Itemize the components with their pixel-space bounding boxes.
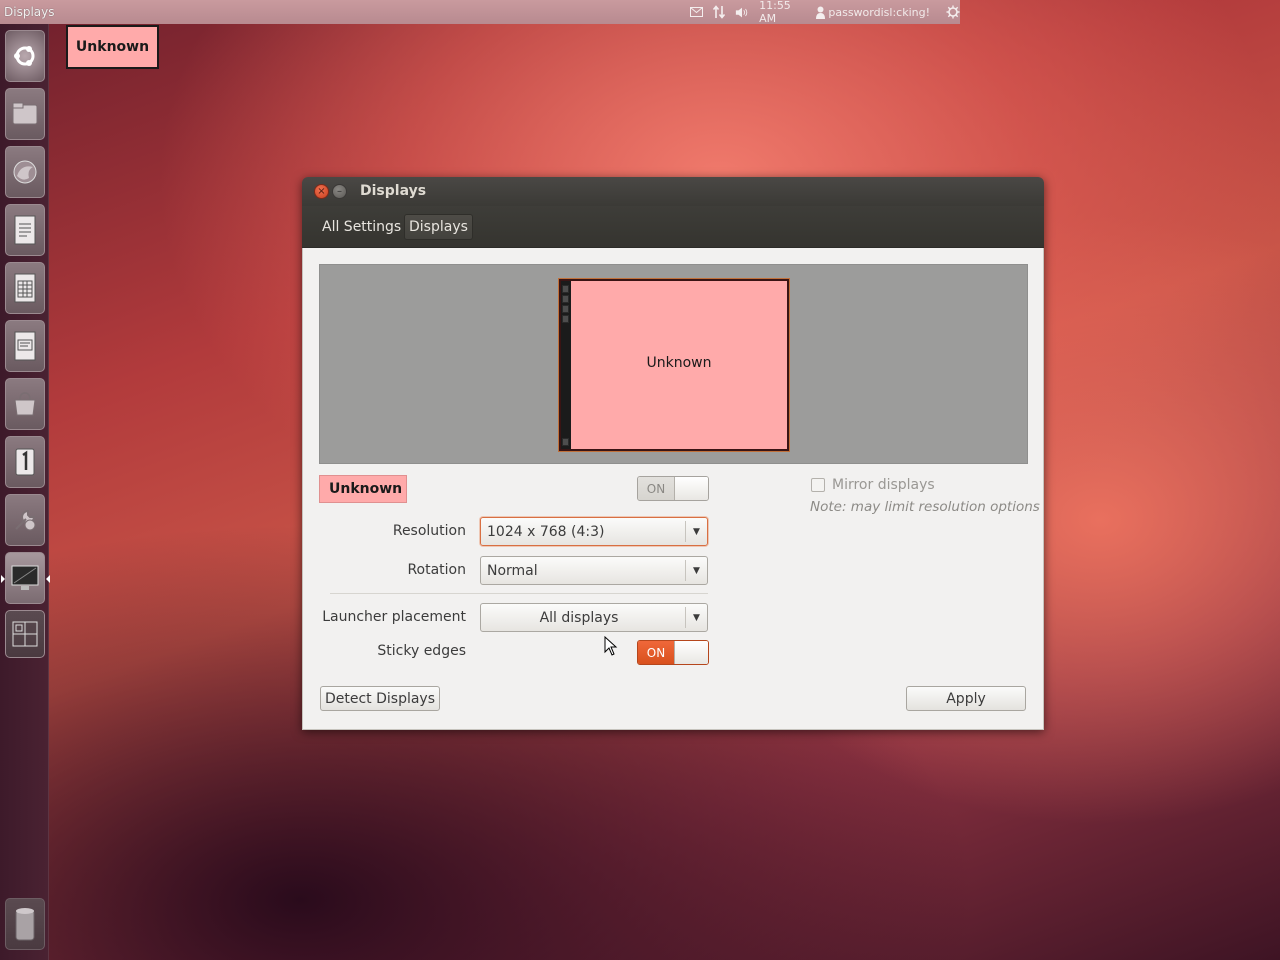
active-app-title: Displays (4, 5, 55, 19)
close-icon: × (317, 185, 326, 197)
mirror-displays-label: Mirror displays (832, 477, 935, 493)
display-power-switch[interactable]: ON (637, 476, 709, 501)
mail-icon[interactable] (690, 5, 703, 19)
display-arrangement-area[interactable]: Unknown (319, 264, 1028, 464)
launcher-ubuntu-one[interactable] (5, 436, 45, 488)
mirror-note: Note: may limit resolution options (810, 499, 1040, 515)
chevron-down-icon: ▼ (685, 607, 707, 628)
chevron-down-icon: ▼ (685, 560, 707, 581)
breadcrumb-all-settings[interactable]: All Settings (317, 214, 406, 240)
launcher-displays[interactable] (1, 552, 50, 604)
displays-window: × – Displays All Settings Displays Unkno… (302, 177, 1044, 730)
launcher-strip-preview (561, 281, 571, 449)
resolution-dropdown[interactable]: 1024 x 768 (4:3) ▼ (480, 517, 708, 546)
display-name-tag: Unknown (319, 475, 407, 503)
launcher-placement-label: Launcher placement (322, 609, 466, 625)
indicator-area: 11:55 AM passwordisl:cking! (690, 0, 960, 25)
workspace-switcher-icon (12, 621, 38, 647)
presentation-icon (14, 331, 36, 361)
minimize-icon: – (337, 185, 342, 197)
launcher-impress[interactable] (5, 320, 45, 372)
top-panel: Displays 11:55 AM passwordisl:cking! (0, 0, 960, 25)
displays-panel: Unknown Unknown ON Mirror displays Note:… (302, 248, 1044, 730)
launcher-writer[interactable] (5, 204, 45, 256)
clock[interactable]: 11:55 AM (759, 0, 804, 25)
switch-knob (674, 641, 708, 664)
launcher-workspaces[interactable] (5, 610, 45, 658)
launcher-files[interactable] (5, 88, 45, 140)
window-titlebar[interactable]: × – Displays (302, 177, 1044, 206)
launcher-firefox[interactable] (5, 146, 45, 198)
breadcrumb: All Settings Displays (302, 206, 1044, 248)
ubuntu-one-icon (15, 448, 35, 476)
window-title: Displays (360, 183, 427, 199)
resolution-value: 1024 x 768 (4:3) (487, 523, 605, 540)
sticky-edges-label: Sticky edges (377, 643, 466, 659)
settings-wrench-icon (15, 509, 36, 531)
sticky-edges-switch-label: ON (638, 641, 674, 664)
minimize-button[interactable]: – (332, 184, 347, 199)
power-gear-icon[interactable] (946, 5, 960, 19)
monitor-identifier-label: Unknown (66, 25, 159, 69)
volume-icon[interactable] (735, 5, 749, 19)
launcher-software-center[interactable] (5, 378, 45, 430)
launcher (0, 24, 50, 960)
document-icon (14, 215, 36, 245)
launcher-placement-value: All displays (539, 609, 619, 626)
chevron-down-icon: ▼ (685, 521, 707, 542)
network-icon[interactable] (713, 5, 726, 19)
display-icon (11, 565, 39, 590)
spreadsheet-icon (14, 273, 36, 303)
resolution-label: Resolution (392, 523, 466, 539)
user-name[interactable]: passwordisl:cking! (828, 6, 930, 19)
close-button[interactable]: × (314, 184, 329, 199)
mirror-displays-option[interactable]: Mirror displays (811, 477, 935, 493)
mouse-cursor-icon (604, 636, 618, 656)
browser-icon (13, 160, 37, 184)
section-divider (330, 593, 708, 594)
trash-icon (15, 908, 35, 941)
launcher-dash-home[interactable] (5, 30, 45, 82)
sticky-edges-switch[interactable]: ON (637, 640, 709, 665)
breadcrumb-displays[interactable]: Displays (404, 214, 473, 240)
launcher-calc[interactable] (5, 262, 45, 314)
ubuntu-logo-icon (14, 46, 35, 66)
launcher-trash[interactable] (5, 898, 45, 950)
folder-icon (12, 102, 38, 125)
rotation-label: Rotation (407, 562, 466, 578)
switch-knob (674, 477, 708, 500)
display-power-switch-label: ON (638, 477, 674, 500)
launcher-placement-dropdown[interactable]: All displays ▼ (480, 603, 708, 632)
user-icon[interactable] (814, 5, 826, 19)
rotation-value: Normal (487, 562, 538, 579)
detect-displays-button[interactable]: Detect Displays (320, 686, 440, 711)
mirror-displays-checkbox[interactable] (811, 478, 825, 492)
monitor-preview[interactable]: Unknown (559, 279, 789, 451)
launcher-system-settings[interactable] (5, 494, 45, 546)
rotation-dropdown[interactable]: Normal ▼ (480, 556, 708, 585)
monitor-preview-name: Unknown (646, 355, 712, 371)
apply-button[interactable]: Apply (906, 686, 1026, 711)
software-center-icon (14, 392, 36, 416)
